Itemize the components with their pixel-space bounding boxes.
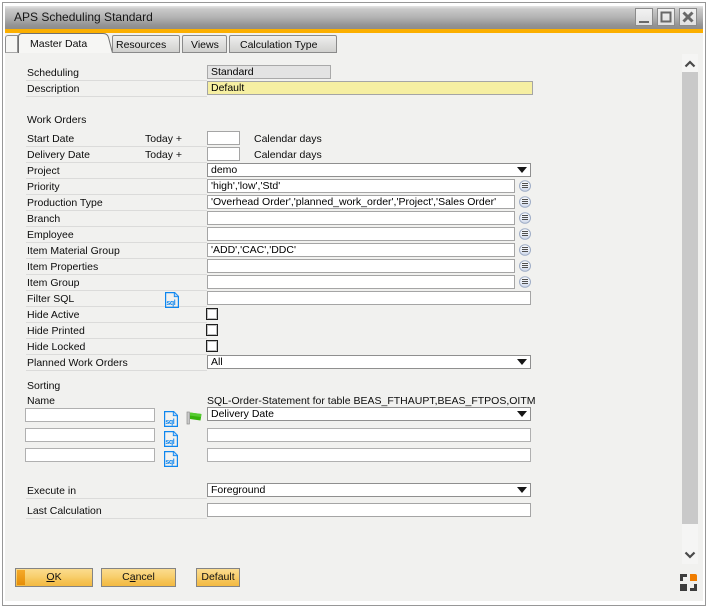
svg-text:sql: sql (165, 459, 174, 466)
svg-text:sql: sql (166, 300, 175, 307)
svg-text:sql: sql (165, 439, 174, 446)
svg-text:sql: sql (165, 419, 174, 426)
